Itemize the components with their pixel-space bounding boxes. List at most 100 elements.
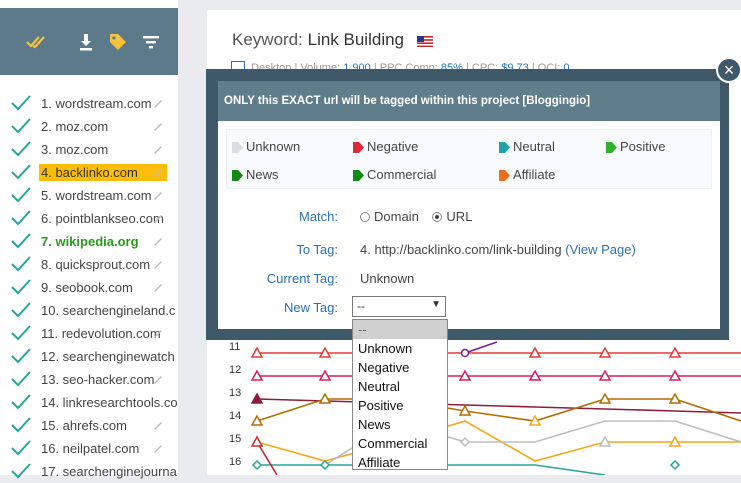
new-tag-dropdown: -- Unknown Negative Neutral Positive New… bbox=[352, 319, 448, 470]
list-item[interactable]: 17. searchenginejourna bbox=[0, 460, 178, 483]
pencil-icon[interactable] bbox=[152, 143, 164, 155]
url-label[interactable]: 3. moz.com bbox=[39, 141, 110, 158]
list-item[interactable]: 12. searchenginewatch bbox=[0, 345, 178, 368]
sidebar-toolbar bbox=[0, 8, 178, 75]
current-tag-value: Unknown bbox=[360, 271, 415, 286]
check-icon[interactable] bbox=[10, 208, 32, 228]
close-button[interactable]: × bbox=[716, 57, 741, 83]
list-item[interactable]: 13. seo-hacker.com bbox=[0, 368, 178, 391]
list-item[interactable]: 10. searchengineland.c bbox=[0, 299, 178, 322]
check-icon[interactable] bbox=[10, 392, 32, 412]
list-item[interactable]: 16. neilpatel.com bbox=[0, 437, 178, 460]
check-icon[interactable] bbox=[10, 277, 32, 297]
url-label[interactable]: 17. searchenginejourna bbox=[39, 463, 178, 480]
list-item[interactable]: 14. linkresearchtools.co bbox=[0, 391, 178, 414]
dropdown-option[interactable]: Unknown bbox=[353, 339, 447, 358]
url-label[interactable]: 15. ahrefs.com bbox=[39, 417, 129, 434]
pencil-icon[interactable] bbox=[152, 281, 164, 293]
list-item[interactable]: 5. wordstream.com bbox=[0, 184, 178, 207]
check-icon[interactable] bbox=[10, 415, 32, 435]
modal-title: ONLY this EXACT url will be tagged withi… bbox=[218, 81, 720, 121]
check-icon[interactable] bbox=[10, 300, 32, 320]
pencil-icon[interactable] bbox=[152, 97, 164, 109]
list-item[interactable]: 1. wordstream.com bbox=[0, 92, 178, 115]
new-tag-select[interactable]: -- ▼ bbox=[352, 296, 446, 317]
dropdown-option[interactable]: -- bbox=[353, 320, 447, 339]
url-label[interactable]: 12. searchenginewatch bbox=[39, 348, 177, 365]
marker bbox=[319, 459, 331, 471]
list-item[interactable]: 6. pointblankseo.com bbox=[0, 207, 178, 230]
list-item[interactable]: 15. ahrefs.com bbox=[0, 414, 178, 437]
tag-icon bbox=[353, 170, 364, 181]
url-label[interactable]: 4. backlinko.com bbox=[39, 164, 167, 181]
y-tick-label: 15 bbox=[229, 433, 241, 445]
pencil-icon[interactable] bbox=[152, 419, 164, 431]
tag-icon[interactable] bbox=[108, 32, 128, 52]
url-label[interactable]: 10. searchengineland.c bbox=[39, 302, 177, 319]
url-label[interactable]: 11. redevolution.com bbox=[39, 325, 163, 342]
pencil-icon[interactable] bbox=[152, 258, 164, 270]
url-label[interactable]: 14. linkresearchtools.co bbox=[39, 394, 178, 411]
check-icon[interactable] bbox=[10, 139, 32, 159]
list-item[interactable]: 7. wikipedia.org bbox=[0, 230, 178, 253]
url-label[interactable]: 1. wordstream.com bbox=[39, 95, 154, 112]
url-label[interactable]: 9. seobook.com bbox=[39, 279, 135, 296]
marker bbox=[250, 435, 264, 447]
pencil-icon[interactable] bbox=[152, 212, 164, 224]
check-icon[interactable] bbox=[10, 369, 32, 389]
pencil-icon[interactable] bbox=[152, 120, 164, 132]
url-label[interactable]: 5. wordstream.com bbox=[39, 187, 154, 204]
pencil-icon[interactable] bbox=[152, 373, 164, 385]
url-label[interactable]: 16. neilpatel.com bbox=[39, 440, 141, 457]
list-item[interactable]: 2. moz.com bbox=[0, 115, 178, 138]
pencil-icon[interactable] bbox=[152, 442, 164, 454]
to-tag-value: 4. http://backlinko.com/link-building (V… bbox=[360, 242, 636, 257]
tag-legend: Unknown Negative Neutral Positive News C… bbox=[226, 129, 712, 189]
dropdown-option[interactable]: Negative bbox=[353, 358, 447, 377]
url-label[interactable]: 13. seo-hacker.com bbox=[39, 371, 156, 388]
tag-label: Neutral bbox=[513, 139, 555, 154]
list-item[interactable]: 3. moz.com bbox=[0, 138, 178, 161]
dropdown-option[interactable]: Neutral bbox=[353, 377, 447, 396]
dropdown-option[interactable]: News bbox=[353, 415, 447, 434]
y-tick-label: 13 bbox=[229, 387, 241, 399]
keyword-heading: Keyword: Link Building bbox=[232, 30, 404, 50]
list-item-selected[interactable]: 4. backlinko.com bbox=[0, 161, 178, 184]
check-icon[interactable] bbox=[10, 162, 32, 182]
marker bbox=[669, 459, 681, 471]
url-list: 1. wordstream.com 2. moz.com 3. moz.com … bbox=[0, 92, 178, 483]
match-url-label[interactable]: URL bbox=[446, 209, 472, 224]
check-icon[interactable] bbox=[10, 231, 32, 251]
download-icon[interactable] bbox=[76, 32, 96, 52]
match-domain-label[interactable]: Domain bbox=[374, 209, 419, 224]
match-domain-radio[interactable] bbox=[360, 212, 370, 222]
pencil-icon[interactable] bbox=[152, 235, 164, 247]
url-label[interactable]: 6. pointblankseo.com bbox=[39, 210, 166, 227]
url-label[interactable]: 8. quicksprout.com bbox=[39, 256, 152, 273]
dropdown-option[interactable]: Positive bbox=[353, 396, 447, 415]
pencil-icon[interactable] bbox=[152, 166, 164, 178]
dropdown-option[interactable]: Commercial bbox=[353, 434, 447, 453]
check-icon[interactable] bbox=[10, 254, 32, 274]
check-icon[interactable] bbox=[10, 461, 32, 481]
tag-icon bbox=[499, 142, 510, 153]
pencil-icon[interactable] bbox=[152, 189, 164, 201]
check-icon[interactable] bbox=[10, 185, 32, 205]
view-page-link[interactable]: (View Page) bbox=[565, 242, 636, 257]
dropdown-option[interactable]: Affiliate bbox=[353, 453, 447, 472]
list-item[interactable]: 11. redevolution.com bbox=[0, 322, 178, 345]
list-item[interactable]: 8. quicksprout.com bbox=[0, 253, 178, 276]
check-icon[interactable] bbox=[10, 346, 32, 366]
url-label[interactable]: 7. wikipedia.org bbox=[39, 233, 141, 250]
match-url-radio[interactable] bbox=[432, 212, 443, 222]
url-label[interactable]: 2. moz.com bbox=[39, 118, 110, 135]
check-icon[interactable] bbox=[10, 93, 32, 113]
check-icon[interactable] bbox=[10, 116, 32, 136]
check-icon[interactable] bbox=[10, 438, 32, 458]
check-icon[interactable] bbox=[10, 323, 32, 343]
double-check-icon[interactable] bbox=[26, 32, 46, 52]
filter-icon[interactable] bbox=[141, 32, 161, 52]
new-tag-label: New Tag: bbox=[284, 300, 338, 315]
list-item[interactable]: 9. seobook.com bbox=[0, 276, 178, 299]
pencil-icon[interactable] bbox=[152, 327, 164, 339]
